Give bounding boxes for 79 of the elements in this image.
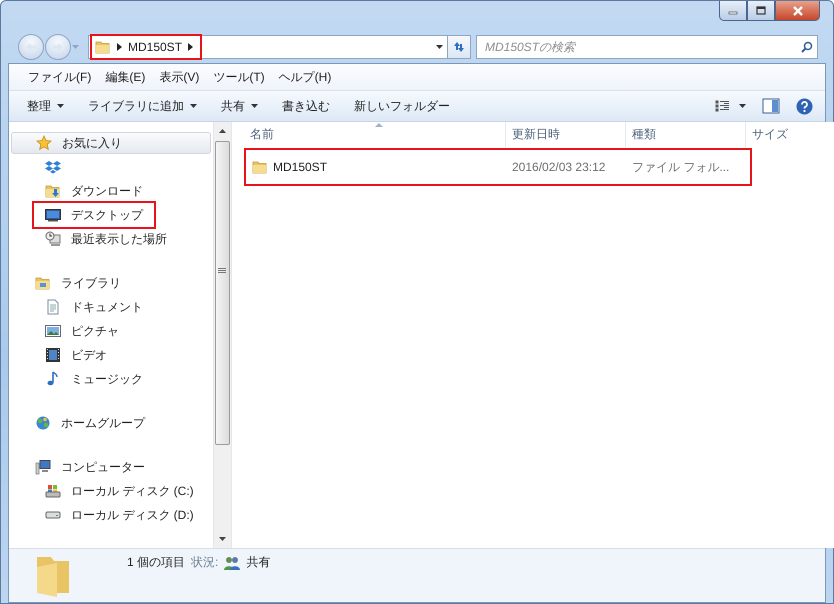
- scroll-up-icon[interactable]: [219, 129, 226, 133]
- caret-icon: [251, 104, 258, 108]
- maximize-button[interactable]: [747, 1, 775, 21]
- menu-item[interactable]: 編集(E): [98, 66, 152, 88]
- caret-icon: [190, 104, 197, 108]
- chevron-icon: [188, 43, 194, 51]
- help-icon[interactable]: [796, 98, 813, 114]
- menu-item[interactable]: ファイル(F): [21, 66, 98, 88]
- folder-icon: [252, 159, 268, 175]
- monitor-icon: [45, 207, 61, 223]
- caret-icon: [72, 45, 79, 49]
- star-icon: [36, 135, 52, 151]
- nav-group[interactable]: ライブラリ: [9, 272, 211, 294]
- nav-group[interactable]: お気に入り: [11, 132, 211, 154]
- close-button[interactable]: [775, 1, 820, 21]
- grip-icon: [218, 268, 226, 273]
- nav-item[interactable]: ピクチャ: [35, 320, 129, 342]
- nav-group[interactable]: コンピューター: [9, 456, 211, 478]
- status-value: 共有: [246, 554, 270, 571]
- toolbar-button[interactable]: 書き込む: [274, 94, 338, 118]
- sort-arrow-icon: [374, 123, 382, 127]
- diamond-cluster-icon: [45, 159, 61, 175]
- arrow-right-icon: [52, 42, 64, 52]
- toolbar-button[interactable]: 整理: [19, 94, 72, 118]
- list-view-icon: [715, 100, 731, 112]
- folder-download-icon: [45, 183, 61, 199]
- nav-item[interactable]: デスクトップ: [35, 204, 153, 226]
- nav-item[interactable]: 最近表示した場所: [35, 228, 177, 250]
- nav-item[interactable]: ローカル ディスク (C:): [35, 480, 204, 502]
- caret-icon: [57, 104, 64, 108]
- file-name[interactable]: MD150ST: [246, 159, 508, 175]
- column-header[interactable]: 名前: [244, 122, 506, 147]
- nav-item[interactable]: ビデオ: [35, 344, 117, 366]
- preview-pane-icon[interactable]: [762, 98, 780, 114]
- column-header[interactable]: 更新日時: [506, 122, 626, 147]
- image-icon: [45, 323, 61, 339]
- item-count: 1 個の項目: [127, 554, 186, 571]
- column-header[interactable]: サイズ: [746, 122, 834, 147]
- toolbar-button[interactable]: ライブラリに追加: [80, 94, 205, 118]
- close-icon: [792, 6, 804, 16]
- column-header[interactable]: 種類: [626, 122, 746, 147]
- menu-item[interactable]: 表示(V): [152, 66, 206, 88]
- computer-icon: [35, 459, 51, 475]
- document-icon: [45, 299, 61, 315]
- menu-item[interactable]: ツール(T): [206, 66, 272, 88]
- nav-group[interactable]: ホームグループ: [9, 412, 211, 434]
- refresh-icon: [452, 41, 466, 53]
- search-field[interactable]: MD150STの検索: [476, 35, 818, 59]
- caret-icon: [436, 45, 443, 49]
- status-label: 状況:: [191, 554, 218, 571]
- drive-icon: [45, 511, 61, 519]
- menu-item[interactable]: ヘルプ(H): [272, 66, 338, 88]
- arrow-left-icon: [25, 42, 37, 52]
- minimize-button[interactable]: [719, 1, 747, 21]
- chevron-icon: [117, 43, 122, 51]
- globe-icon: [35, 415, 51, 431]
- nav-item[interactable]: ダウンロード: [35, 180, 153, 202]
- nav-item[interactable]: ミュージック: [35, 368, 153, 390]
- refresh-button[interactable]: [448, 35, 471, 59]
- clock-monitor-icon: [45, 231, 61, 247]
- modified-date: 2016/02/03 23:12: [511, 160, 606, 174]
- address-bar[interactable]: MD150ST: [88, 35, 448, 59]
- scrollbar[interactable]: [213, 122, 231, 548]
- view-button[interactable]: [715, 100, 746, 112]
- toolbar-button[interactable]: 新しいフォルダー: [346, 94, 458, 118]
- folder-icon: [35, 275, 51, 291]
- folder-icon: [95, 39, 111, 55]
- toolbar-button[interactable]: 共有: [213, 94, 266, 118]
- breadcrumb[interactable]: MD150ST: [128, 40, 182, 54]
- nav-item[interactable]: ドキュメント: [35, 296, 153, 318]
- users-icon: [224, 556, 240, 570]
- drive-icon: [45, 483, 61, 499]
- caret-icon: [739, 104, 746, 108]
- nav-item[interactable]: ローカル ディスク (D:): [35, 504, 204, 526]
- scroll-down-icon[interactable]: [219, 537, 226, 541]
- maximize-icon: [756, 6, 766, 15]
- film-icon: [45, 347, 61, 363]
- search-icon: [801, 41, 813, 53]
- file-type: ファイル フォル...: [631, 158, 730, 176]
